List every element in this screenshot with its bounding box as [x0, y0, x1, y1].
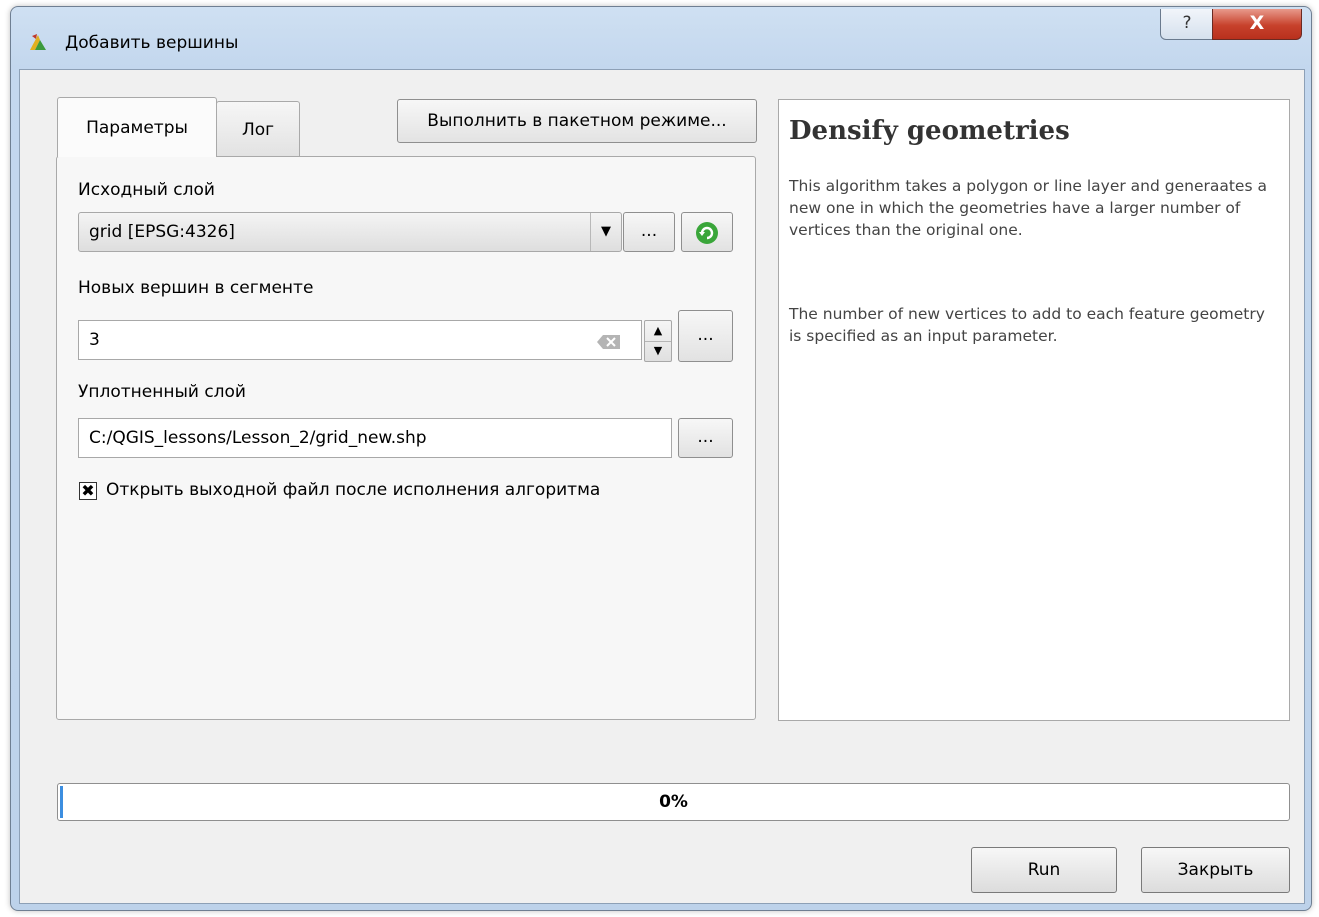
dialog-body: Лог Параметры Выполнить в пакетном режим… — [19, 69, 1305, 904]
help-paragraph-1: This algorithm takes a polygon or line l… — [789, 177, 1267, 239]
input-layer-label: Исходный слой — [78, 180, 215, 200]
open-output-checkbox[interactable]: ✖ — [79, 482, 97, 500]
help-panel: Densify geometries This algorithm takes … — [778, 99, 1290, 721]
help-paragraph-2: The number of new vertices to add to eac… — [789, 305, 1265, 345]
output-layer-label: Уплотненный слой — [78, 382, 246, 402]
batch-mode-button[interactable]: Выполнить в пакетном режиме... — [397, 99, 757, 143]
run-button[interactable]: Run — [971, 847, 1117, 893]
tab-parameters-label: Параметры — [86, 118, 188, 138]
output-layer-input[interactable] — [78, 418, 672, 458]
chevron-down-icon[interactable]: ▼ — [590, 213, 621, 251]
help-title: Densify geometries — [789, 116, 1070, 146]
window-title: Добавить вершины — [65, 33, 239, 53]
progress-bar: 0% — [57, 783, 1290, 821]
vertices-browse-button[interactable]: ... — [678, 310, 733, 362]
progress-text: 0% — [659, 792, 688, 812]
close-button[interactable]: Закрыть — [1141, 847, 1290, 893]
vertices-label: Новых вершин в сегменте — [78, 278, 314, 298]
input-layer-combo[interactable]: grid [EPSG:4326] ▼ — [78, 212, 622, 252]
input-layer-browse-button[interactable]: ... — [623, 212, 675, 252]
stepper-down-icon[interactable]: ▼ — [645, 341, 671, 361]
vertices-input[interactable] — [78, 320, 642, 360]
input-layer-value: grid [EPSG:4326] — [89, 222, 235, 242]
stepper-up-icon[interactable]: ▲ — [645, 321, 671, 342]
close-window-button[interactable]: X — [1212, 9, 1302, 40]
tab-parameters[interactable]: Параметры — [57, 97, 217, 157]
refresh-icon — [696, 222, 718, 244]
output-browse-button[interactable]: ... — [678, 418, 733, 458]
vertices-stepper[interactable]: ▲ ▼ — [644, 320, 672, 362]
clear-text-icon[interactable] — [597, 334, 621, 350]
refresh-button[interactable] — [681, 212, 733, 252]
tab-log-label: Лог — [241, 120, 275, 140]
help-button[interactable]: ? — [1160, 9, 1214, 40]
open-output-label[interactable]: Открыть выходной файл после исполнения а… — [106, 480, 600, 500]
dialog-window: Добавить вершины ? X Лог Параметры Выпол… — [10, 6, 1312, 911]
title-bar[interactable]: Добавить вершины ? X — [11, 7, 1311, 69]
qgis-processing-icon — [30, 34, 46, 50]
tab-log[interactable]: Лог — [216, 101, 300, 157]
